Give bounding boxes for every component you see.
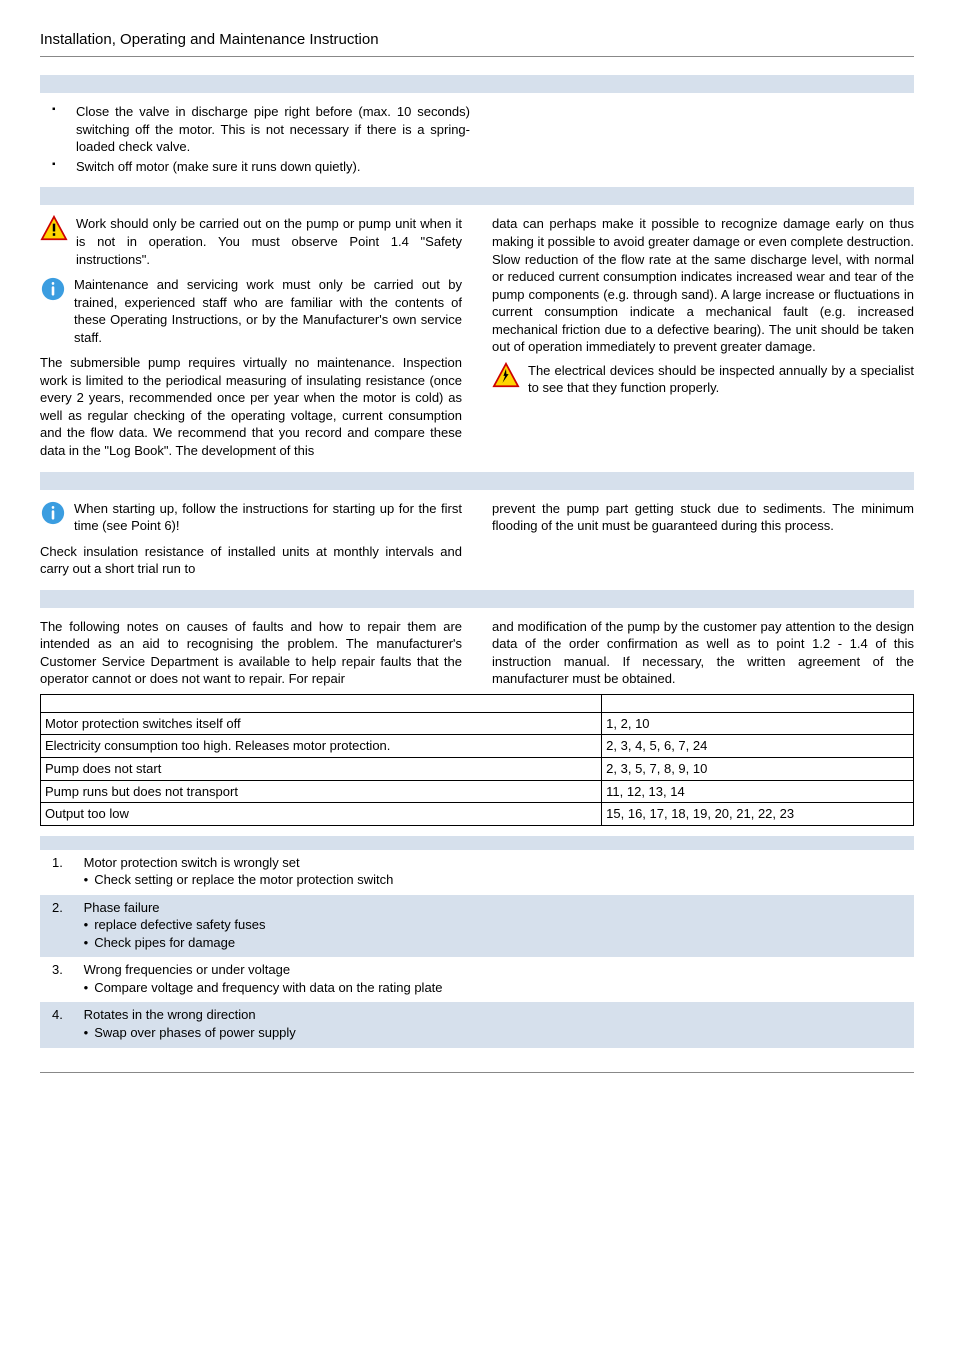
table-row: Pump does not start 2, 3, 5, 7, 8, 9, 10	[41, 758, 914, 781]
remedy-item: 1. Motor protection switch is wrongly se…	[40, 850, 914, 895]
codes-cell: 2, 3, 4, 5, 6, 7, 24	[602, 735, 914, 758]
remedy-sub: replace defective safety fuses	[84, 916, 898, 934]
remedy-sub: Check setting or replace the motor prote…	[84, 871, 898, 889]
fault-cell: Electricity consumption too high. Releas…	[41, 735, 602, 758]
info-circle-icon	[40, 276, 66, 302]
shutdown-list: Close the valve in discharge pipe right …	[40, 103, 470, 175]
warning-triangle-icon	[492, 362, 520, 388]
header-rule	[40, 56, 914, 57]
codes-cell: 1, 2, 10	[602, 712, 914, 735]
faults-left-text: The following notes on causes of faults …	[40, 618, 462, 688]
table-row: Electricity consumption too high. Releas…	[41, 735, 914, 758]
standstill-right-body: prevent the pump part getting stuck due …	[492, 500, 914, 535]
info-text: Maintenance and servicing work must only…	[74, 276, 462, 346]
remedy-sub: Check pipes for damage	[84, 934, 898, 952]
table-header-row	[41, 694, 914, 712]
table-row: Output too low 15, 16, 17, 18, 19, 20, 2…	[41, 803, 914, 826]
codes-cell: 15, 16, 17, 18, 19, 20, 21, 22, 23	[602, 803, 914, 826]
maintenance-left-col: Work should only be carried out on the p…	[40, 215, 462, 459]
remedy-title: Rotates in the wrong direction	[84, 1007, 256, 1022]
faults-intro-right: and modification of the pump by the cust…	[492, 618, 914, 688]
section-bar-maintenance	[40, 187, 914, 205]
faults-table: Motor protection switches itself off 1, …	[40, 694, 914, 826]
remedy-title: Motor protection switch is wrongly set	[84, 855, 300, 870]
remedy-list: 1. Motor protection switch is wrongly se…	[40, 850, 914, 1048]
remedy-title: Wrong frequencies or under voltage	[84, 962, 290, 977]
table-row: Pump runs but does not transport 11, 12,…	[41, 780, 914, 803]
standstill-left-body: Check insulation resistance of installed…	[40, 543, 462, 578]
standstill-left-col: When starting up, follow the instruction…	[40, 500, 462, 578]
codes-cell: 11, 12, 13, 14	[602, 780, 914, 803]
footer-rule	[40, 1072, 914, 1073]
remedy-number: 2.	[52, 899, 80, 917]
remedy-item: 3. Wrong frequencies or under voltage Co…	[40, 957, 914, 1002]
warning-block: Work should only be carried out on the p…	[40, 215, 462, 268]
fault-cell: Output too low	[41, 803, 602, 826]
section-bar-faults	[40, 590, 914, 608]
info-block-2: When starting up, follow the instruction…	[40, 500, 462, 535]
remedy-title: Phase failure	[84, 900, 160, 915]
remedy-sub: Swap over phases of power supply	[84, 1024, 898, 1042]
faults-right-text: and modification of the pump by the cust…	[492, 618, 914, 688]
section-bar-shutdown	[40, 75, 914, 93]
warning-text-2: The electrical devices should be inspect…	[528, 362, 914, 397]
shutdown-item: Switch off motor (make sure it runs down…	[52, 158, 470, 176]
info-circle-icon	[40, 500, 66, 526]
remedy-item: 2. Phase failure replace defective safet…	[40, 895, 914, 958]
codes-cell: 2, 3, 5, 7, 8, 9, 10	[602, 758, 914, 781]
page-title: Installation, Operating and Maintenance …	[40, 30, 914, 50]
fault-cell: Pump runs but does not transport	[41, 780, 602, 803]
section-bar-standstill	[40, 472, 914, 490]
standstill-info-text: When starting up, follow the instruction…	[74, 500, 462, 535]
maintenance-body-right-1: data can perhaps make it possible to rec…	[492, 215, 914, 250]
remedy-sub: Compare voltage and frequency with data …	[84, 979, 898, 997]
shutdown-item: Close the valve in discharge pipe right …	[52, 103, 470, 156]
info-block: Maintenance and servicing work must only…	[40, 276, 462, 346]
maintenance-body-right-2: Slow reduction of the flow rate at the s…	[492, 251, 914, 356]
standstill-right-col: prevent the pump part getting stuck due …	[492, 500, 914, 578]
remedy-number: 3.	[52, 961, 80, 979]
faults-intro-left: The following notes on causes of faults …	[40, 618, 462, 688]
remedy-item: 4. Rotates in the wrong direction Swap o…	[40, 1002, 914, 1047]
maintenance-body-left: The submersible pump requires virtually …	[40, 354, 462, 459]
warning-text: Work should only be carried out on the p…	[76, 215, 462, 268]
remedy-number: 1.	[52, 854, 80, 872]
table-row: Motor protection switches itself off 1, …	[41, 712, 914, 735]
fault-cell: Pump does not start	[41, 758, 602, 781]
section-bar-remedies	[40, 836, 914, 850]
remedy-number: 4.	[52, 1006, 80, 1024]
warning-block-2: The electrical devices should be inspect…	[492, 362, 914, 397]
fault-cell: Motor protection switches itself off	[41, 712, 602, 735]
maintenance-right-col: data can perhaps make it possible to rec…	[492, 215, 914, 459]
warning-triangle-icon	[40, 215, 68, 241]
